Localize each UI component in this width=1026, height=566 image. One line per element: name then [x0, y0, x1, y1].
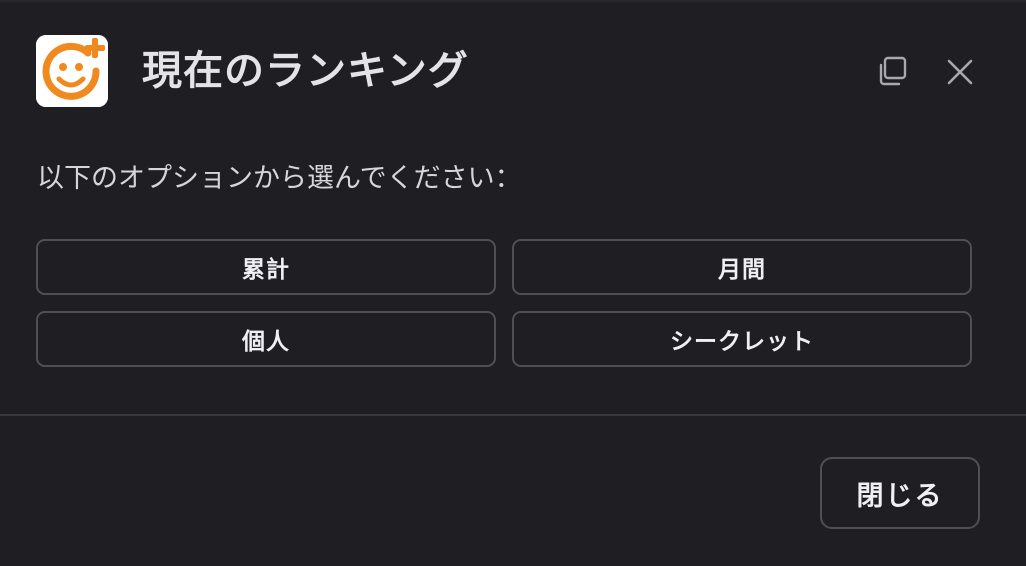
dialog-title: 現在のランキング [142, 48, 469, 94]
dialog-header: 現在のランキング [36, 35, 986, 107]
smiley-plus-icon [36, 35, 108, 107]
copy-icon [879, 56, 907, 86]
option-cumulative-button[interactable]: 累計 [36, 239, 496, 295]
footer-divider [0, 414, 1026, 416]
option-personal-button[interactable]: 個人 [36, 311, 496, 367]
ranking-dialog: 現在のランキング 以下のオプションから選んでください： 累計 月間 個人 シーク… [0, 0, 1026, 566]
dialog-top-edge [0, 0, 1026, 4]
options-grid: 累計 月間 個人 シークレット [36, 239, 972, 367]
dialog-prompt: 以下のオプションから選んでください： [37, 163, 522, 194]
close-icon [947, 59, 973, 85]
option-monthly-button[interactable]: 月間 [512, 239, 972, 295]
copy-button[interactable] [874, 52, 914, 92]
close-button[interactable]: 閉じる [820, 457, 980, 529]
close-x-button[interactable] [940, 52, 980, 92]
option-secret-button[interactable]: シークレット [512, 311, 972, 367]
